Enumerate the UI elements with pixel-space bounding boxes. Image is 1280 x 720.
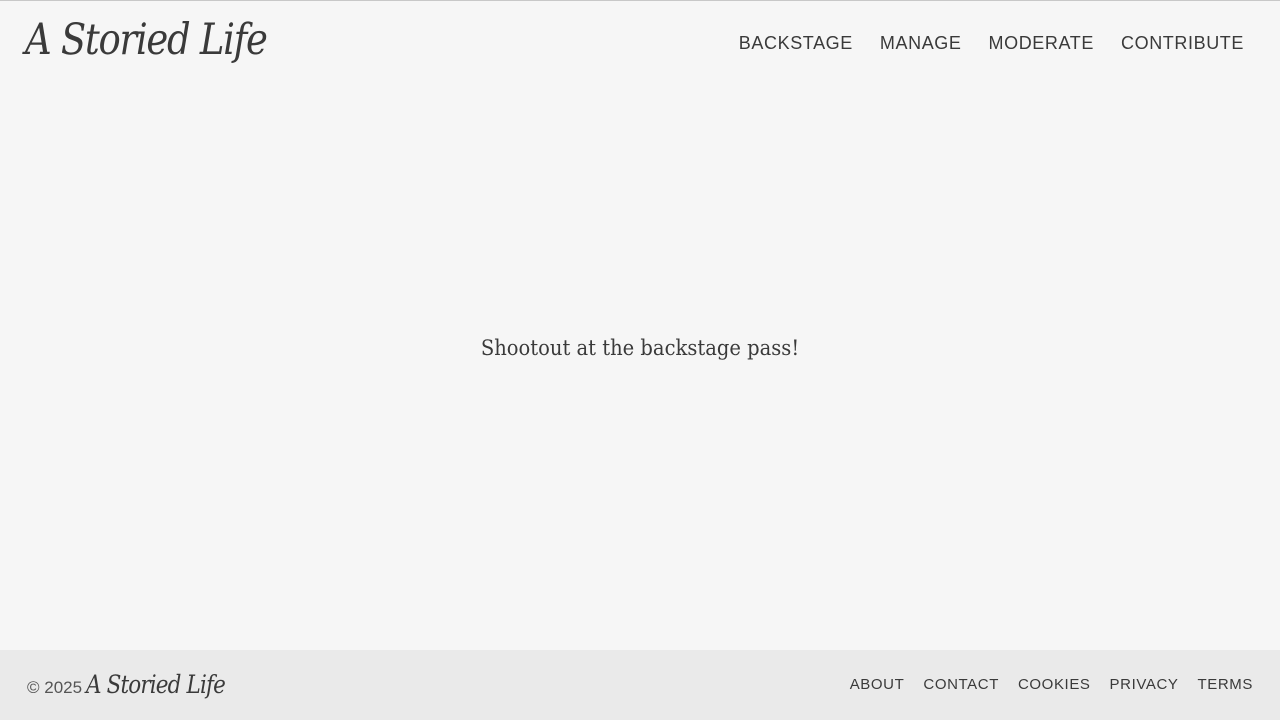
footer-logo[interactable]: A Storied Life <box>86 670 226 699</box>
nav-moderate[interactable]: MODERATE <box>989 33 1094 54</box>
main-nav: BACKSTAGE MANAGE MODERATE CONTRIBUTE <box>739 33 1244 54</box>
footer-copyright-block: © 2025 A Storied Life <box>27 670 248 699</box>
footer-link-about[interactable]: ABOUT <box>850 676 905 693</box>
footer-link-privacy[interactable]: PRIVACY <box>1110 676 1179 693</box>
footer-link-terms[interactable]: TERMS <box>1198 676 1254 693</box>
footer-link-contact[interactable]: CONTACT <box>923 676 999 693</box>
page-message: Shootout at the backstage pass! <box>480 336 800 360</box>
site-footer: © 2025 A Storied Life ABOUT CONTACT COOK… <box>0 650 1280 720</box>
nav-manage[interactable]: MANAGE <box>880 33 962 54</box>
main-content: Shootout at the backstage pass! <box>0 88 1280 650</box>
site-header: A Storied Life BACKSTAGE MANAGE MODERATE… <box>0 1 1280 87</box>
nav-contribute[interactable]: CONTRIBUTE <box>1121 33 1244 54</box>
nav-backstage[interactable]: BACKSTAGE <box>739 33 853 54</box>
copyright-text: © 2025 <box>27 678 83 697</box>
site-logo[interactable]: A Storied Life <box>25 15 268 65</box>
footer-nav: ABOUT CONTACT COOKIES PRIVACY TERMS <box>850 676 1253 693</box>
footer-link-cookies[interactable]: COOKIES <box>1018 676 1091 693</box>
